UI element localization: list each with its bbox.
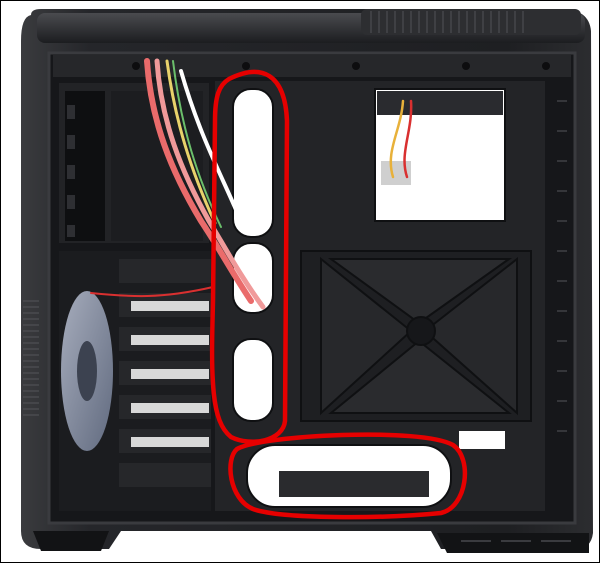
cable-cutouts	[232, 88, 274, 422]
drive-bays	[59, 83, 209, 243]
cpu-bracket	[300, 250, 532, 422]
image-frame	[0, 0, 600, 563]
hdd-cage	[59, 251, 211, 511]
pc-case-photo	[21, 9, 593, 553]
